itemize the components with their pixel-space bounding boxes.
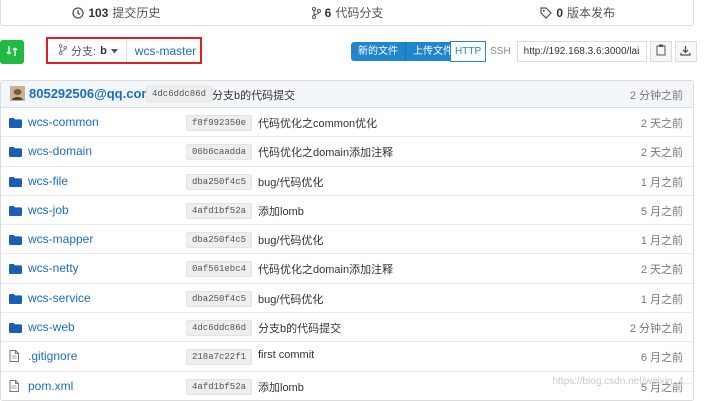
branches-count: 6 bbox=[324, 5, 332, 20]
file-row[interactable]: wcs-web 4dc6ddc86d 分支b的代码提交 2 分钟之前 bbox=[1, 313, 693, 343]
folder-icon bbox=[9, 146, 22, 160]
file-name[interactable]: wcs-mapper bbox=[28, 232, 93, 246]
download-button[interactable] bbox=[674, 41, 697, 62]
branch-icon bbox=[311, 6, 321, 19]
file-table: 805292506@qq.com 4dc6ddc86d 分支b的代码提交 2 分… bbox=[0, 80, 694, 401]
file-name[interactable]: wcs-domain bbox=[28, 144, 92, 158]
file-row[interactable]: wcs-netty 0af561ebc4 代码优化之domain添加注释 2 天之前 bbox=[1, 254, 693, 284]
file-commit-message[interactable]: 添加lomb bbox=[258, 379, 304, 395]
latest-commit-header: 805292506@qq.com 4dc6ddc86d 分支b的代码提交 2 分… bbox=[1, 81, 693, 108]
file-name[interactable]: wcs-job bbox=[28, 203, 69, 217]
folder-icon bbox=[9, 293, 22, 307]
file-commit-sha[interactable]: dba250f4c5 bbox=[186, 290, 253, 307]
ssh-toggle[interactable]: SSH bbox=[486, 42, 515, 61]
file-commit-time: 2 天之前 bbox=[640, 264, 683, 277]
repo-toolbar: 分支: b wcs-master 新的文件 上传文件 HTTP SSH http… bbox=[0, 37, 697, 69]
file-commit-sha[interactable]: 06b6caadda bbox=[186, 144, 253, 161]
file-row[interactable]: wcs-common f8f992350e 代码优化之common优化 2 天之前 bbox=[1, 108, 693, 138]
file-commit-sha[interactable]: 4afd1bf52a bbox=[186, 202, 253, 219]
clone-url-input[interactable]: http://192.168.3.6:3000/lai bbox=[516, 41, 647, 62]
file-commit-time: 1 月之前 bbox=[640, 176, 683, 189]
clone-panel: HTTP SSH http://192.168.3.6:3000/lai bbox=[450, 41, 697, 62]
branches-label: 代码分支 bbox=[335, 6, 384, 20]
file-commit-time: 2 天之前 bbox=[640, 118, 683, 130]
commit-message[interactable]: 分支b的代码提交 bbox=[212, 87, 295, 103]
file-commit-message[interactable]: bug/代码优化 bbox=[258, 291, 323, 307]
releases-stat[interactable]: 0 版本发布 bbox=[462, 4, 693, 21]
history-icon bbox=[72, 6, 84, 19]
compare-icon bbox=[6, 45, 18, 60]
file-name[interactable]: .gitignore bbox=[28, 349, 77, 363]
commits-label: 提交历史 bbox=[112, 6, 161, 20]
commit-time: 2 分钟之前 bbox=[629, 90, 683, 102]
branch-selector-highlight: 分支: b wcs-master bbox=[46, 37, 202, 64]
commit-sha[interactable]: 4dc6ddc86d bbox=[146, 86, 213, 102]
file-row[interactable]: wcs-file dba250f4c5 bug/代码优化 1 月之前 bbox=[1, 167, 693, 196]
file-commit-time: 1 月之前 bbox=[640, 235, 683, 248]
file-commit-sha[interactable]: dba250f4c5 bbox=[186, 232, 253, 249]
file-actions: 新的文件 上传文件 bbox=[351, 42, 460, 61]
new-file-button[interactable]: 新的文件 bbox=[351, 42, 406, 61]
file-icon bbox=[9, 350, 19, 365]
file-commit-time: 6 月之前 bbox=[640, 352, 683, 365]
clipboard-icon bbox=[656, 44, 666, 59]
file-list: wcs-common f8f992350e 代码优化之common优化 2 天之前 wc… bbox=[1, 108, 693, 400]
tree-path-link[interactable]: wcs-master bbox=[127, 44, 196, 58]
file-commit-sha[interactable]: f8f992350e bbox=[186, 115, 253, 131]
file-name[interactable]: wcs-service bbox=[28, 291, 91, 305]
folder-icon bbox=[9, 263, 22, 277]
file-icon bbox=[9, 379, 19, 395]
file-commit-message[interactable]: 添加lomb bbox=[258, 203, 304, 219]
file-row[interactable]: wcs-job 4afd1bf52a 添加lomb 5 月之前 bbox=[1, 196, 693, 226]
file-commit-message[interactable]: bug/代码优化 bbox=[258, 174, 323, 190]
branch-name: b bbox=[100, 44, 107, 57]
avatar[interactable] bbox=[10, 86, 25, 101]
commits-count: 103 bbox=[88, 5, 109, 20]
compare-button[interactable] bbox=[0, 40, 24, 64]
commit-author[interactable]: 805292506@qq.com bbox=[29, 86, 153, 101]
folder-icon bbox=[9, 205, 22, 219]
file-commit-message[interactable]: first commit bbox=[258, 349, 314, 361]
folder-icon bbox=[9, 176, 22, 190]
folder-icon bbox=[9, 322, 22, 336]
http-toggle[interactable]: HTTP bbox=[450, 41, 487, 62]
file-commit-time: 1 月之前 bbox=[640, 293, 683, 306]
file-commit-message[interactable]: 分支b的代码提交 bbox=[258, 320, 341, 336]
file-commit-message[interactable]: bug/代码优化 bbox=[258, 232, 323, 248]
releases-count: 0 bbox=[556, 5, 564, 20]
tag-icon bbox=[540, 6, 553, 19]
file-name[interactable]: wcs-web bbox=[28, 320, 75, 334]
file-name[interactable]: wcs-file bbox=[28, 174, 68, 188]
branch-dropdown[interactable]: 分支: b bbox=[48, 39, 127, 62]
file-commit-message[interactable]: 代码优化之domain添加注释 bbox=[258, 261, 393, 277]
folder-icon bbox=[9, 234, 22, 248]
folder-icon bbox=[9, 117, 22, 131]
releases-label: 版本发布 bbox=[567, 6, 616, 20]
file-commit-sha[interactable]: dba250f4c5 bbox=[186, 173, 253, 190]
branches-stat[interactable]: 6 代码分支 bbox=[232, 4, 463, 21]
commits-stat[interactable]: 103 提交历史 bbox=[1, 4, 232, 21]
download-icon bbox=[680, 45, 691, 59]
file-commit-time: 2 天之前 bbox=[640, 147, 683, 160]
branch-prefix: 分支: bbox=[71, 45, 97, 58]
copy-url-button[interactable] bbox=[649, 41, 672, 62]
file-name[interactable]: wcs-common bbox=[28, 115, 99, 129]
file-commit-sha[interactable]: 218a7c22f1 bbox=[186, 349, 253, 366]
file-row[interactable]: wcs-service dba250f4c5 bug/代码优化 1 月之前 bbox=[1, 284, 693, 314]
file-commit-sha[interactable]: 0af561ebc4 bbox=[186, 261, 253, 278]
file-row[interactable]: wcs-mapper dba250f4c5 bug/代码优化 1 月之前 bbox=[1, 225, 693, 255]
repo-stats-bar: 103 提交历史 6 代码分支 0 版本发布 bbox=[0, 0, 694, 26]
file-row[interactable]: wcs-domain 06b6caadda 代码优化之domain添加注释 2 天之前 bbox=[1, 137, 693, 167]
branch-icon bbox=[58, 43, 67, 58]
file-commit-message[interactable]: 代码优化之common优化 bbox=[258, 115, 377, 131]
file-commit-time: 5 月之前 bbox=[640, 205, 683, 218]
file-commit-sha[interactable]: 4afd1bf52a bbox=[186, 378, 253, 395]
file-commit-message[interactable]: 代码优化之domain添加注释 bbox=[258, 144, 393, 160]
file-row[interactable]: .gitignore 218a7c22f1 first commit 6 月之前 bbox=[1, 342, 693, 372]
chevron-down-icon bbox=[110, 45, 118, 57]
file-commit-sha[interactable]: 4dc6ddc86d bbox=[186, 320, 253, 337]
file-name[interactable]: wcs-netty bbox=[28, 261, 79, 275]
file-commit-time: 2 分钟之前 bbox=[629, 323, 683, 336]
watermark: https://blog.csdn.net/weixin_4... bbox=[552, 376, 692, 387]
